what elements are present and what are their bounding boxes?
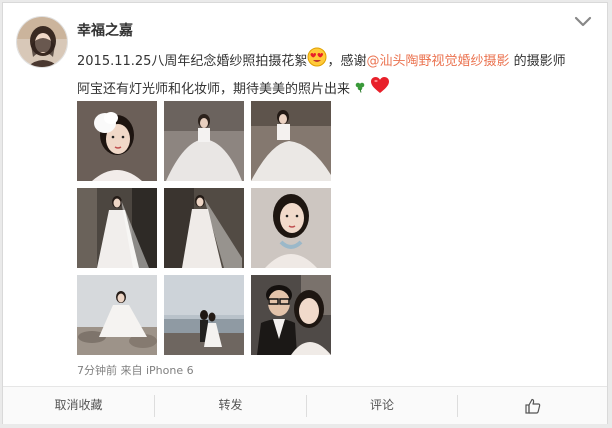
- action-bar: 取消收藏 转发 评论: [3, 387, 607, 424]
- weibo-post-card: 幸福之嘉 2015.11.25八周年纪念婚纱照拍摄花絮 ，感谢@汕头陶野视觉婚纱…: [2, 2, 608, 424]
- post-meta: 7分钟前 来自 iPhone 6: [77, 364, 194, 377]
- clover-emoji: [354, 78, 366, 102]
- mention-link[interactable]: @汕头陶野视觉婚纱摄影: [366, 54, 509, 69]
- photo-bride-sitting-gown-closer[interactable]: [251, 101, 331, 181]
- photo-gallery: [77, 101, 331, 355]
- photo-couple-seaside[interactable]: [164, 275, 244, 355]
- photo-bride-sitting-gown[interactable]: [164, 101, 244, 181]
- heart-emoji: [370, 76, 390, 103]
- love-eyes-emoji: [307, 47, 327, 76]
- repost-button[interactable]: 转发: [155, 387, 306, 424]
- photo-couple-selfie[interactable]: [251, 275, 331, 355]
- comment-button[interactable]: 评论: [307, 387, 457, 424]
- photo-bride-sitting-beach-rocks[interactable]: [77, 275, 157, 355]
- photo-bride-closeup-necklace[interactable]: [251, 188, 331, 268]
- like-button[interactable]: [458, 387, 607, 424]
- avatar[interactable]: [16, 16, 68, 68]
- post-text-part2: ，感谢: [327, 54, 367, 69]
- post-text-part1: 2015.11.25八周年纪念婚纱照拍摄花絮: [77, 54, 308, 69]
- chevron-down-icon[interactable]: [573, 14, 593, 28]
- post-text: 2015.11.25八周年纪念婚纱照拍摄花絮 ，感谢@汕头陶野视觉婚纱摄影 的摄…: [77, 47, 577, 103]
- photo-bride-portrait-headpiece[interactable]: [77, 101, 157, 181]
- thumbs-up-icon: [524, 398, 540, 414]
- avatar-photo: [17, 17, 67, 67]
- username[interactable]: 幸福之嘉: [77, 20, 133, 40]
- unfavorite-button[interactable]: 取消收藏: [3, 387, 154, 424]
- photo-bride-standing-side[interactable]: [164, 188, 244, 268]
- photo-bride-standing-veil[interactable]: [77, 188, 157, 268]
